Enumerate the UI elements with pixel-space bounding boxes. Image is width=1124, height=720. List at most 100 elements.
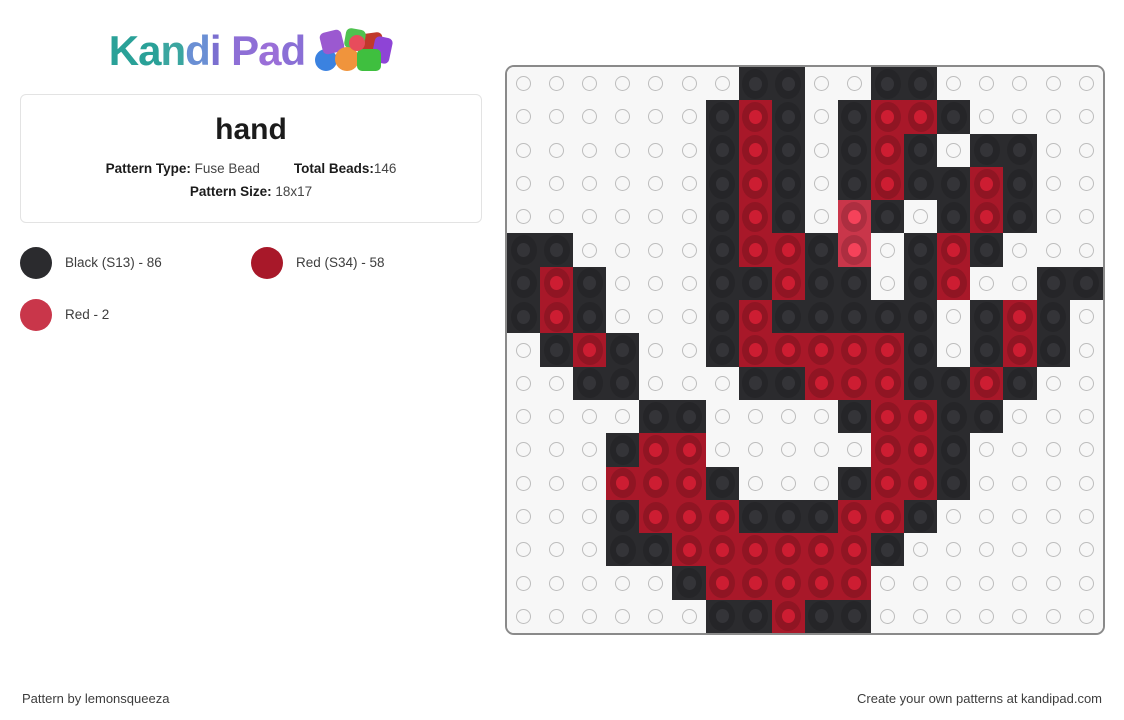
bead-cell[interactable] — [1003, 100, 1036, 133]
bead-cell[interactable] — [904, 533, 937, 566]
bead-cell[interactable] — [672, 134, 705, 167]
bead-cell[interactable] — [1070, 566, 1103, 599]
bead-cell[interactable] — [805, 67, 838, 100]
bead-cell[interactable] — [705, 599, 739, 634]
bead-cell[interactable] — [705, 466, 739, 500]
bead-cell[interactable] — [771, 533, 805, 567]
bead-cell[interactable] — [871, 466, 905, 500]
bead-cell[interactable] — [639, 167, 672, 200]
bead-cell[interactable] — [871, 200, 905, 234]
bead-cell[interactable] — [706, 433, 739, 466]
bead-cell[interactable] — [1003, 333, 1037, 367]
bead-cell[interactable] — [507, 433, 540, 466]
bead-cell[interactable] — [507, 200, 540, 233]
bead-cell[interactable] — [507, 100, 540, 133]
bead-cell[interactable] — [970, 67, 1003, 100]
bead-cell[interactable] — [606, 566, 639, 599]
bead-cell[interactable] — [705, 100, 739, 134]
bead-cell[interactable] — [937, 466, 971, 500]
bead-cell[interactable] — [573, 300, 607, 334]
bead-cell[interactable] — [805, 467, 838, 500]
bead-cell[interactable] — [970, 600, 1003, 633]
bead-cell[interactable] — [540, 100, 573, 133]
pattern-grid-panel[interactable] — [505, 65, 1105, 636]
bead-cell[interactable] — [970, 166, 1004, 201]
bead-cell[interactable] — [540, 233, 574, 267]
bead-cell[interactable] — [507, 67, 540, 100]
bead-cell[interactable] — [937, 333, 970, 366]
bead-cell[interactable] — [738, 200, 772, 234]
bead-cell[interactable] — [639, 466, 673, 500]
bead-cell[interactable] — [1037, 167, 1070, 200]
bead-cell[interactable] — [540, 533, 573, 566]
bead-cell[interactable] — [904, 566, 937, 599]
bead-cell[interactable] — [1070, 200, 1103, 233]
bead-cell[interactable] — [1070, 333, 1103, 366]
bead-cell[interactable] — [606, 100, 639, 133]
bead-cell[interactable] — [738, 133, 772, 167]
bead-cell[interactable] — [1037, 600, 1070, 633]
bead-cell[interactable] — [639, 100, 672, 133]
bead-cell[interactable] — [871, 166, 905, 201]
bead-cell[interactable] — [1003, 67, 1036, 100]
bead-cell[interactable] — [573, 100, 606, 133]
bead-cell[interactable] — [804, 499, 838, 534]
bead-cell[interactable] — [970, 533, 1003, 566]
bead-cell[interactable] — [639, 300, 672, 333]
bead-cell[interactable] — [937, 399, 971, 434]
bead-cell[interactable] — [738, 266, 772, 301]
bead-cell[interactable] — [871, 600, 904, 633]
bead-cell[interactable] — [639, 67, 672, 100]
bead-cell[interactable] — [672, 300, 705, 333]
bead-cell[interactable] — [970, 233, 1004, 267]
bead-cell[interactable] — [606, 366, 640, 400]
bead-cell[interactable] — [540, 67, 573, 100]
bead-cell[interactable] — [606, 533, 640, 567]
bead-cell[interactable] — [771, 100, 805, 134]
bead-cell[interactable] — [904, 333, 938, 367]
bead-cell[interactable] — [837, 100, 872, 134]
bead-cell[interactable] — [1003, 233, 1036, 266]
bead-cell[interactable] — [540, 400, 573, 433]
bead-cell[interactable] — [1036, 300, 1070, 334]
bead-cell[interactable] — [705, 133, 739, 167]
bead-cell[interactable] — [871, 366, 905, 400]
bead-cell[interactable] — [771, 599, 805, 634]
bead-cell[interactable] — [573, 200, 606, 233]
bead-cell[interactable] — [970, 433, 1003, 466]
bead-cell[interactable] — [705, 200, 739, 234]
bead-cell[interactable] — [970, 200, 1004, 234]
bead-cell[interactable] — [771, 366, 805, 400]
bead-cell[interactable] — [606, 167, 639, 200]
bead-cell[interactable] — [772, 400, 805, 433]
bead-cell[interactable] — [672, 600, 705, 633]
bead-cell[interactable] — [672, 167, 705, 200]
bead-cell[interactable] — [1003, 533, 1036, 566]
bead-cell[interactable] — [706, 367, 739, 400]
bead-cell[interactable] — [672, 100, 705, 133]
bead-cell[interactable] — [1003, 267, 1036, 300]
bead-cell[interactable] — [1003, 366, 1037, 400]
bead-cell[interactable] — [672, 333, 705, 366]
bead-cell[interactable] — [1003, 300, 1037, 334]
bead-cell[interactable] — [1070, 500, 1103, 533]
bead-cell[interactable] — [507, 233, 541, 267]
bead-cell[interactable] — [937, 366, 971, 400]
bead-cell[interactable] — [771, 266, 805, 301]
bead-grid[interactable] — [507, 67, 1103, 634]
bead-cell[interactable] — [507, 300, 541, 334]
bead-cell[interactable] — [507, 266, 541, 301]
bead-cell[interactable] — [871, 433, 905, 467]
bead-cell[interactable] — [639, 433, 673, 467]
bead-cell[interactable] — [937, 600, 970, 633]
bead-cell[interactable] — [540, 333, 574, 367]
bead-cell[interactable] — [1070, 433, 1103, 466]
bead-cell[interactable] — [1003, 166, 1037, 201]
bead-cell[interactable] — [837, 599, 872, 634]
bead-cell[interactable] — [970, 100, 1003, 133]
bead-cell[interactable] — [1070, 533, 1103, 566]
bead-cell[interactable] — [705, 533, 739, 567]
bead-cell[interactable] — [507, 500, 540, 533]
bead-cell[interactable] — [705, 566, 739, 600]
bead-cell[interactable] — [904, 266, 938, 301]
